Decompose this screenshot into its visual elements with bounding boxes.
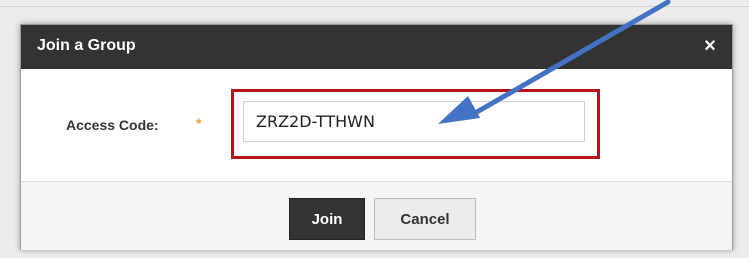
access-code-input[interactable] bbox=[243, 101, 585, 142]
dialog-footer: Join Cancel bbox=[21, 181, 732, 250]
close-icon[interactable]: × bbox=[700, 35, 720, 57]
required-marker: * bbox=[196, 115, 202, 131]
join-group-dialog: Join a Group × Access Code: * Join Cance… bbox=[20, 24, 733, 250]
dialog-body: Access Code: * bbox=[21, 69, 732, 181]
access-code-label: Access Code: bbox=[66, 117, 159, 133]
join-button[interactable]: Join bbox=[289, 198, 365, 240]
dialog-titlebar: Join a Group × bbox=[21, 25, 732, 69]
cancel-button[interactable]: Cancel bbox=[374, 198, 476, 240]
dialog-title: Join a Group bbox=[37, 37, 136, 54]
backdrop-divider bbox=[0, 6, 749, 7]
